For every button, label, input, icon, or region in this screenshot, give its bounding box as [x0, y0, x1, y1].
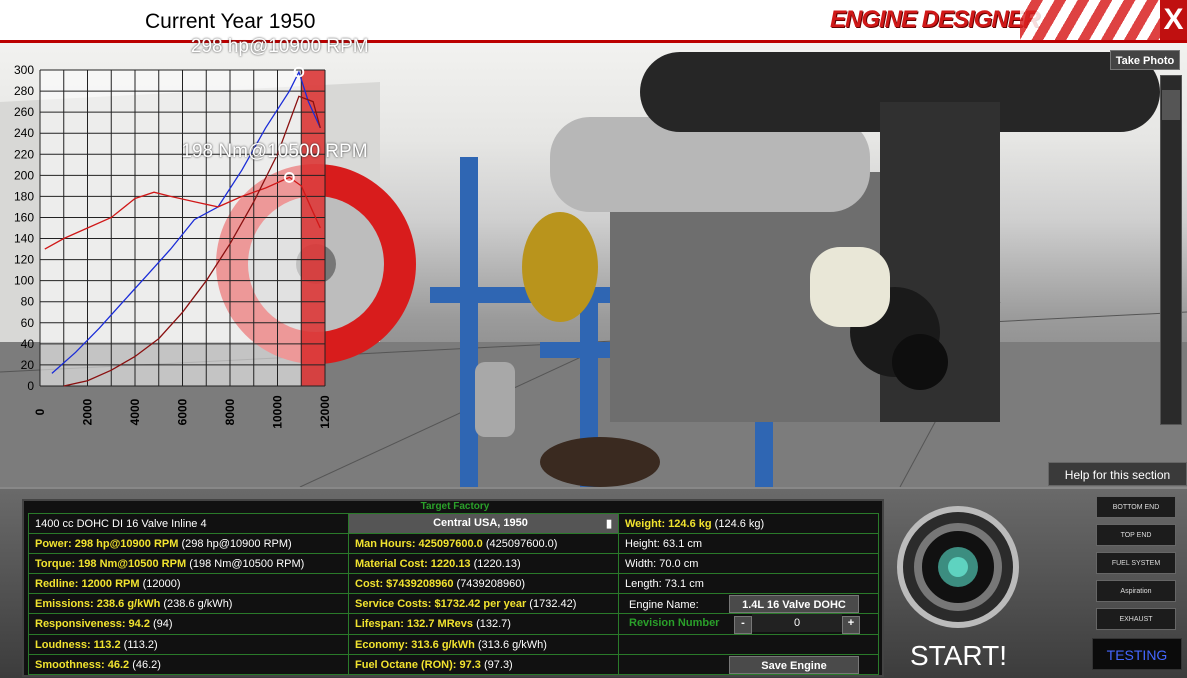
stat-label: Fuel Octane (RON): 97.3: [355, 658, 481, 671]
factory-select[interactable]: Central USA, 1950 ▮: [348, 513, 619, 534]
torque-peak-label: 198 Nm@10500 RPM: [181, 141, 368, 163]
stat-label: Service Costs: $1732.42 per year: [355, 597, 527, 610]
stat-value: (238.6 g/kWh): [163, 597, 233, 610]
nav-exhaust[interactable]: EXHAUST: [1096, 608, 1176, 630]
y-tick-label: 280: [14, 84, 34, 98]
revision-label: Revision Number: [629, 617, 720, 629]
stat-label: Lifespan: 132.7 MRevs: [355, 618, 473, 630]
stats-table: 1400 cc DOHC DI 16 Valve Inline 4 Centra…: [28, 513, 879, 675]
nav-top-end[interactable]: TOP END: [1096, 524, 1176, 546]
start-area[interactable]: START!: [896, 505, 1026, 675]
length-stat: Length: 73.1 cm: [618, 573, 879, 594]
y-tick-label: 260: [14, 105, 34, 119]
x-tick-label: 12000: [318, 395, 332, 429]
stat-value: (132.7): [476, 618, 511, 630]
width-stat: Width: 70.0 cm: [618, 553, 879, 574]
y-tick-label: 60: [21, 316, 35, 330]
nav-testing[interactable]: TESTING: [1092, 638, 1182, 670]
engine-name-input[interactable]: 1.4L 16 Valve DOHC: [729, 594, 859, 613]
stat-label: Loudness: 113.2: [35, 638, 121, 651]
revision-value[interactable]: 0: [752, 614, 842, 632]
stat-value: (7439208960): [456, 577, 526, 590]
y-tick-label: 40: [21, 337, 35, 351]
y-tick-label: 220: [14, 147, 34, 161]
stat-label: Torque: 198 Nm@10500 RPM: [35, 557, 187, 570]
x-tick-label: 4000: [128, 398, 142, 425]
y-tick-label: 0: [27, 379, 34, 393]
x-tick-label: 2000: [81, 398, 95, 425]
stat-value: (97.3): [483, 658, 513, 671]
start-button[interactable]: START!: [910, 640, 1007, 672]
stat-label: Cost: $7439208960: [355, 577, 454, 590]
target-factory-label: Target Factory: [420, 501, 490, 512]
stat-value: (1732.42): [529, 597, 577, 610]
close-button[interactable]: X: [1160, 0, 1187, 40]
engine-name-label: Engine Name:: [629, 598, 699, 611]
weight-value: (124.6 kg): [714, 517, 765, 530]
stat-value: (46.2): [132, 658, 161, 671]
revision-minus-button[interactable]: -: [734, 616, 752, 634]
x-tick-label: 10000: [271, 395, 285, 429]
weight-label: Weight: 124.6 kg: [625, 517, 712, 530]
start-icon[interactable]: [896, 505, 1026, 640]
stat-value: (94): [153, 618, 173, 630]
stat-value: (12000): [142, 577, 181, 590]
y-tick-label: 20: [21, 358, 35, 372]
stat-value: (113.2): [123, 638, 158, 651]
chart-svg: 0 20 40 60 80 100 120 140 160 180 200 220 240 260 280 3…: [14, 63, 332, 429]
stats-table-wrap: Target Factory 1400 cc DOHC DI 16 Valve …: [22, 499, 884, 677]
power-peak-label: 298 hp@10900 RPM: [190, 36, 369, 58]
help-button[interactable]: Help for this section: [1048, 462, 1187, 486]
stat-value: (1220.13): [473, 557, 521, 570]
y-tick-label: 140: [14, 232, 34, 246]
nav-aspiration[interactable]: Aspiration: [1096, 580, 1176, 602]
take-photo-button[interactable]: Take Photo: [1110, 50, 1180, 70]
dropdown-icon[interactable]: ▮: [606, 517, 612, 530]
stat-label: Economy: 313.6 g/kWh: [355, 638, 475, 651]
height-stat: Height: 63.1 cm: [618, 533, 879, 554]
empty-cell: [618, 634, 879, 655]
y-tick-label: 80: [21, 295, 35, 309]
top-bar: Current Year 1950 ENGINE DESIGNER X: [0, 0, 1187, 42]
stat-value: (198 Nm@10500 RPM): [189, 557, 305, 570]
factory-select-value: Central USA, 1950: [433, 517, 528, 529]
stat-label: Material Cost: 1220.13: [355, 557, 471, 570]
y-tick-label: 300: [14, 63, 34, 77]
nav-fuel-system[interactable]: FUEL SYSTEM: [1096, 552, 1176, 574]
current-year: Current Year 1950: [145, 10, 316, 33]
engine-description: 1400 cc DOHC DI 16 Valve Inline 4: [28, 513, 349, 534]
stat-value: (298 hp@10900 RPM): [181, 537, 292, 550]
stat-value: (425097600.0): [485, 537, 558, 550]
y-tick-label: 200: [14, 168, 34, 182]
redline-zone: [301, 70, 325, 386]
save-engine-button[interactable]: Save Engine: [729, 655, 859, 674]
header-stripes: [1020, 0, 1160, 42]
stat-label: Responsiveness: 94.2: [35, 618, 150, 630]
stat-label: Man Hours: 425097600.0: [355, 537, 483, 550]
stat-label: Smoothness: 46.2: [35, 658, 130, 671]
stat-value: (313.6 g/kWh): [477, 638, 547, 651]
scroll-thumb[interactable]: [1162, 90, 1180, 120]
y-tick-label: 120: [14, 253, 34, 267]
revision-plus-button[interactable]: +: [842, 616, 860, 634]
y-tick-label: 100: [14, 274, 34, 288]
viewport-scrollbar[interactable]: [1160, 75, 1182, 425]
stat-label: Power: 298 hp@10900 RPM: [35, 537, 179, 550]
stat-label: Redline: 12000 RPM: [35, 577, 140, 590]
x-tick-label: 0: [33, 408, 47, 415]
y-tick-label: 160: [14, 210, 34, 224]
x-tick-label: 6000: [176, 398, 190, 425]
y-tick-label: 240: [14, 126, 34, 140]
power-torque-chart: 0 20 40 60 80 100 120 140 160 180 200 220 240 260 280 3…: [0, 36, 369, 432]
nav-bottom-end[interactable]: BOTTOM END: [1096, 496, 1176, 518]
x-tick-label: 8000: [223, 398, 237, 425]
stat-label: Emissions: 238.6 g/kWh: [35, 597, 161, 610]
app-title: ENGINE DESIGNER: [830, 6, 1040, 33]
y-tick-label: 180: [14, 189, 34, 203]
